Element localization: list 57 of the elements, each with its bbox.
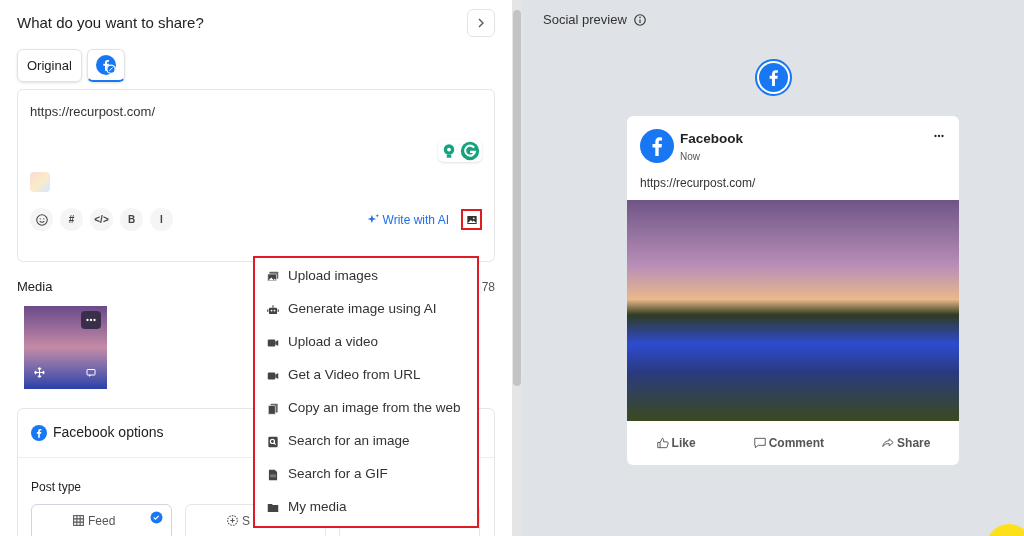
post-action-button[interactable]: Like (655, 433, 696, 452)
move-icon (33, 365, 46, 379)
facebook-icon (31, 424, 47, 441)
character-count: 78 (481, 278, 495, 296)
menu-item[interactable]: Search for an image (255, 425, 477, 458)
plus-circle-icon (226, 514, 239, 527)
post-text: https://recurpost.com/ (639, 174, 757, 192)
grid-icon (72, 514, 85, 527)
tab[interactable] (86, 49, 125, 82)
smiley-icon (34, 212, 49, 227)
menu-item[interactable]: Generate image using AI (255, 293, 477, 326)
menu-item[interactable]: Upload a video (255, 326, 477, 359)
media-button[interactable] (461, 209, 482, 230)
comment-icon (752, 435, 767, 450)
write-with-ai-link[interactable]: Write with AI (366, 210, 449, 229)
share-icon (881, 435, 896, 450)
menu-item[interactable]: Upload images (255, 260, 477, 293)
gif-icon (266, 467, 280, 482)
format-button[interactable]: I (150, 208, 173, 231)
thumbs-up-icon (655, 435, 670, 450)
field-label: Post type (31, 478, 83, 496)
facebook-icon (758, 62, 788, 92)
info-icon (632, 12, 647, 27)
check-circle-icon (150, 510, 163, 524)
post-action-button[interactable]: Comment (752, 433, 824, 452)
section-title: Media (17, 278, 53, 296)
panel-title: Social preview (543, 11, 627, 29)
copy-icon (266, 401, 280, 416)
format-button[interactable]: </> (90, 208, 113, 231)
section-title: What do you want to share? (17, 12, 204, 33)
section-title: Facebook options (53, 423, 164, 442)
more-button[interactable] (81, 310, 101, 329)
scrollbar-thumb[interactable] (513, 10, 521, 386)
menu-item[interactable]: Search for a GIF (255, 458, 477, 491)
post-type-label: Feed (88, 512, 116, 530)
g-logo-icon (460, 141, 480, 161)
facebook-icon (640, 128, 674, 163)
search-icon (266, 434, 280, 449)
account-name: Facebook (680, 129, 745, 148)
network-button[interactable] (754, 58, 792, 96)
post-type-label: S (242, 512, 250, 530)
comment-icon (85, 366, 97, 379)
format-button[interactable]: # (60, 208, 83, 231)
facebook-icon (95, 55, 116, 75)
emoji-button[interactable] (30, 208, 53, 231)
menu-item[interactable]: My media (255, 491, 477, 524)
robot-icon (266, 302, 280, 317)
post-time: Now (680, 149, 701, 164)
format-button[interactable]: B (120, 208, 143, 231)
post-type-card[interactable]: Feed (31, 503, 172, 536)
menu-item[interactable]: Copy an image from the web (255, 392, 477, 425)
post-action-button[interactable]: Share (881, 433, 931, 452)
images-icon (266, 269, 280, 284)
post-text: https://recurpost.com/ (30, 103, 156, 120)
tab[interactable]: Original (17, 49, 82, 82)
grammar-widget[interactable] (438, 140, 482, 162)
menu-item[interactable]: Get a Video from URL (255, 359, 477, 392)
